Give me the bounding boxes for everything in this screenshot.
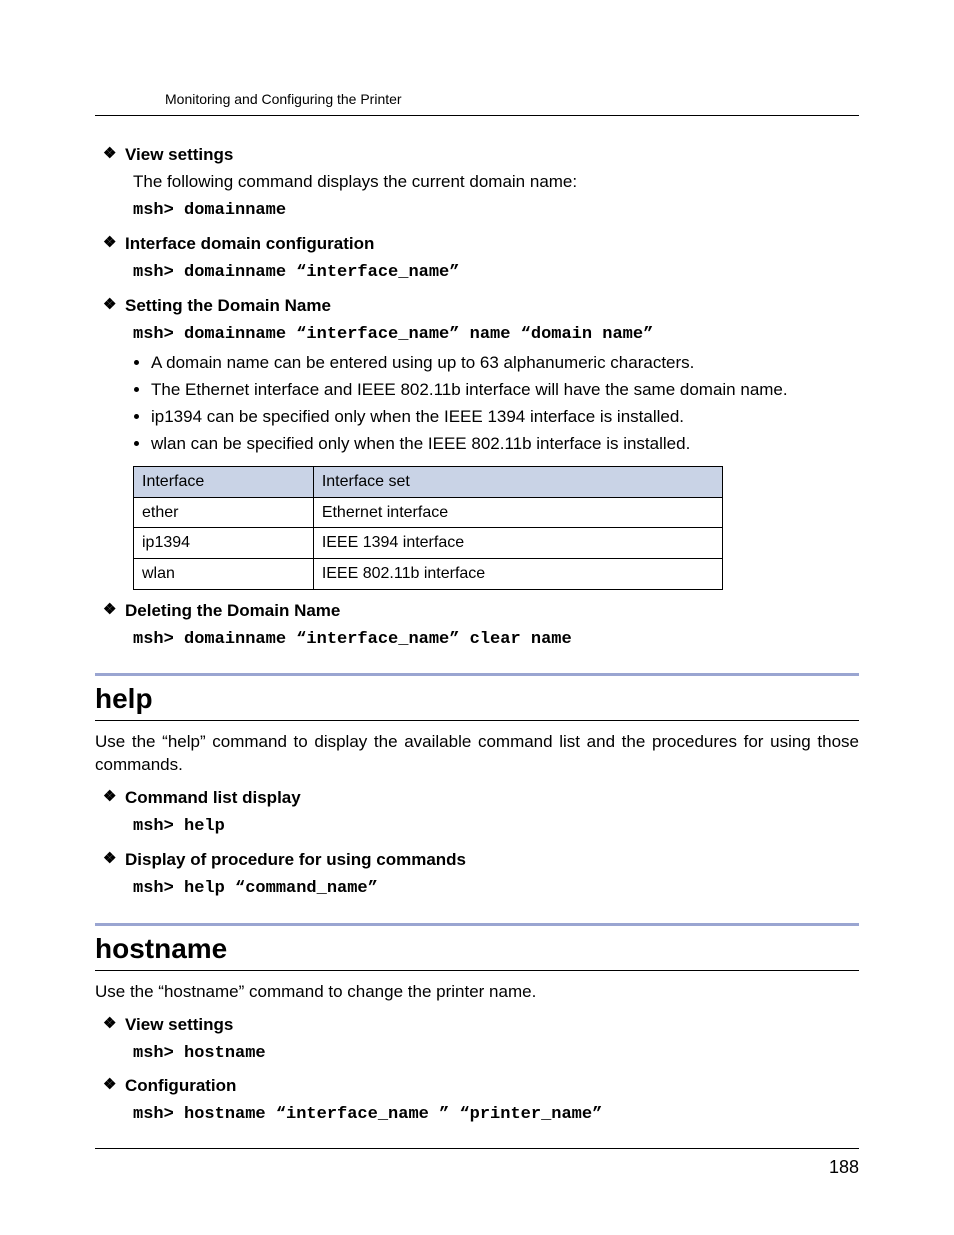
help-intro: Use the “help” command to display the av… [95,731,859,777]
text-view-desc: The following command displays the curre… [133,171,859,194]
td: wlan [134,558,314,589]
section-divider-bottom [95,970,859,971]
td: Ethernet interface [313,497,722,528]
heading-hostname-cfg: Configuration [103,1075,859,1098]
item-cmd-list: Command list display msh> help [103,787,859,839]
heading-delete-domain: Deleting the Domain Name [103,600,859,623]
section-divider-top [95,923,859,926]
item-set-domain: Setting the Domain Name msh> domainname … [103,295,859,590]
code-cmd-list: msh> help [133,816,859,839]
code-view: msh> domainname [133,200,859,223]
item-view-settings: View settings The following command disp… [103,144,859,223]
section-title-help: help [95,680,859,718]
td: IEEE 1394 interface [313,528,722,559]
code-hostname-cfg: msh> hostname “interface_name ” “printer… [133,1104,859,1127]
code-cmd-proc: msh> help “command_name” [133,878,859,901]
item-iface-cfg: Interface domain configuration msh> doma… [103,233,859,285]
code-iface-cfg: msh> domainname “interface_name” [133,262,859,285]
heading-iface-cfg: Interface domain configuration [103,233,859,256]
item-cmd-proc: Display of procedure for using commands … [103,849,859,901]
bullet-item: wlan can be specified only when the IEEE… [151,433,859,456]
code-delete-domain: msh> domainname “interface_name” clear n… [133,629,859,652]
heading-hostname-view: View settings [103,1014,859,1037]
th-interface-set: Interface set [313,467,722,498]
th-interface: Interface [134,467,314,498]
page-number: 188 [95,1148,859,1179]
item-delete-domain: Deleting the Domain Name msh> domainname… [103,600,859,652]
page: Monitoring and Configuring the Printer V… [0,0,954,1235]
bullet-item: A domain name can be entered using up to… [151,352,859,375]
table-row: wlan IEEE 802.11b interface [134,558,723,589]
td: ip1394 [134,528,314,559]
heading-cmd-list: Command list display [103,787,859,810]
item-hostname-view: View settings msh> hostname [103,1014,859,1066]
section-divider-bottom [95,720,859,721]
hostname-intro: Use the “hostname” command to change the… [95,981,859,1004]
heading-view-settings: View settings [103,144,859,167]
table-header-row: Interface Interface set [134,467,723,498]
td: IEEE 802.11b interface [313,558,722,589]
heading-set-domain: Setting the Domain Name [103,295,859,318]
bullet-item: The Ethernet interface and IEEE 802.11b … [151,379,859,402]
running-head: Monitoring and Configuring the Printer [95,90,859,116]
code-hostname-view: msh> hostname [133,1043,859,1066]
bullets-set-domain: A domain name can be entered using up to… [133,352,859,456]
section-title-hostname: hostname [95,930,859,968]
code-set-domain: msh> domainname “interface_name” name “d… [133,324,859,347]
heading-cmd-proc: Display of procedure for using commands [103,849,859,872]
table-row: ip1394 IEEE 1394 interface [134,528,723,559]
interface-table: Interface Interface set ether Ethernet i… [133,466,723,589]
bullet-item: ip1394 can be specified only when the IE… [151,406,859,429]
table-row: ether Ethernet interface [134,497,723,528]
section-divider-top [95,673,859,676]
item-hostname-cfg: Configuration msh> hostname “interface_n… [103,1075,859,1127]
td: ether [134,497,314,528]
